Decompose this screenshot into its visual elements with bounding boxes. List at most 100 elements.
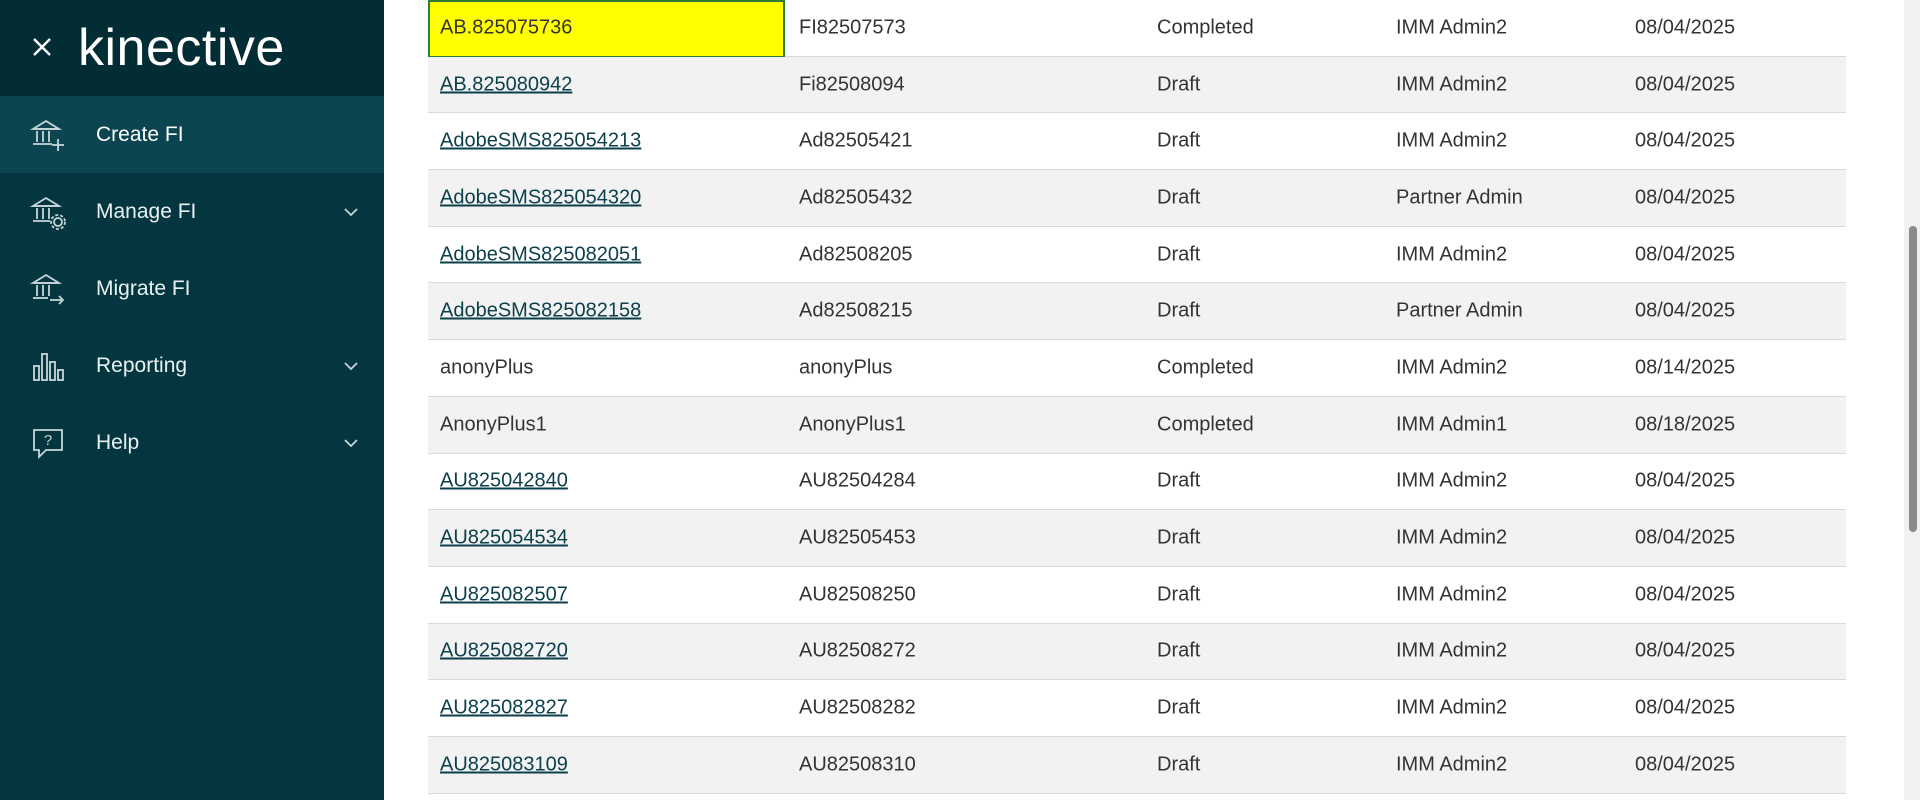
fi-name-cell: AnonyPlus1: [440, 413, 547, 436]
sidebar-item-create-fi[interactable]: Create FI: [0, 96, 384, 173]
user-cell: IMM Admin2: [1396, 526, 1508, 549]
fi-code-cell: anonyPlus: [799, 356, 893, 379]
sidebar: kinective Create FI Manage FI Migrate FI: [0, 0, 384, 800]
table-row[interactable]: AU825054534 AU82505453 Draft IMM Admin2 08/0…: [428, 510, 1846, 567]
fi-name-link[interactable]: AB.825080942: [440, 73, 572, 96]
table-row[interactable]: AU825083109 AU82508310 Draft IMM Admin2 08/0…: [428, 736, 1846, 794]
date-cell: 08/04/2025: [1635, 129, 1736, 152]
table-row[interactable]: AdobeSMS825082051 Ad82508205 Draft IMM Admi…: [428, 227, 1846, 284]
bank-gear-icon: [30, 196, 66, 230]
fi-code-cell: Ad82508215: [799, 299, 913, 322]
fi-code-cell: FI82507573: [799, 16, 906, 39]
user-cell: Partner Admin: [1396, 299, 1523, 322]
bar-chart-icon: [33, 352, 64, 381]
status-cell: Completed: [1157, 413, 1254, 436]
sidebar-header: kinective: [0, 0, 384, 96]
fi-name-link[interactable]: AU825082507: [440, 583, 568, 606]
table-row[interactable]: AU825082507 AU82508250 Draft IMM Admin2 08/0…: [428, 567, 1846, 624]
user-cell: IMM Admin2: [1396, 753, 1508, 776]
table-row[interactable]: AU825042840 AU82504284 Draft IMM Admin2 08/0…: [428, 454, 1846, 511]
status-cell: Draft: [1157, 186, 1201, 209]
sidebar-item-help[interactable]: ? Help: [0, 404, 384, 481]
fi-code-cell: AU82508310: [799, 753, 916, 776]
table-row[interactable]: AdobeSMS825054213 Ad82505421 Draft IMM Admi…: [428, 113, 1846, 171]
fi-code-cell: AU82508282: [799, 696, 916, 719]
table-row[interactable]: AB.825075736 FI82507573 Completed IMM Admin…: [428, 0, 1846, 58]
vertical-scrollbar[interactable]: [1904, 0, 1920, 800]
user-cell: IMM Admin2: [1396, 356, 1508, 379]
help-bubble-icon: ?: [33, 428, 63, 459]
table-row[interactable]: AU825082827 AU82508282 Draft IMM Admin2 08/0…: [428, 680, 1846, 737]
table-row[interactable]: anonyPlus anonyPlus Completed IMM Admin2 08/…: [428, 340, 1846, 397]
fi-name-link[interactable]: AdobeSMS825082158: [440, 300, 641, 323]
svg-text:?: ?: [44, 432, 52, 449]
fi-code-cell: AU82504284: [799, 469, 916, 492]
status-cell: Draft: [1157, 639, 1201, 662]
date-cell: 08/04/2025: [1635, 696, 1736, 719]
fi-name-link[interactable]: AdobeSMS825082051: [440, 243, 641, 266]
close-icon[interactable]: [28, 33, 56, 61]
sidebar-item-label: Create FI: [96, 122, 184, 146]
fi-code-cell: AU82505453: [799, 526, 916, 549]
sidebar-item-label: Reporting: [96, 353, 188, 377]
fi-name-cell[interactable]: AB.825075736: [440, 16, 572, 39]
fi-name-link[interactable]: AU825082827: [440, 697, 568, 720]
date-cell: 08/04/2025: [1635, 526, 1736, 549]
chevron-down-icon[interactable]: [342, 357, 360, 375]
sidebar-item-migrate-fi[interactable]: Migrate FI: [0, 250, 384, 327]
fi-name-link[interactable]: AdobeSMS825054320: [440, 186, 641, 209]
date-cell: 08/04/2025: [1635, 469, 1736, 492]
status-cell: Draft: [1157, 129, 1201, 152]
scrollbar-thumb[interactable]: [1909, 226, 1917, 532]
main-content: AB.825075736 FI82507573 Completed IMM Admin…: [384, 0, 1920, 800]
table-row[interactable]: AU825082720 AU82508272 Draft IMM Admin2 08/0…: [428, 623, 1846, 681]
user-cell: IMM Admin2: [1396, 243, 1508, 266]
table-row[interactable]: AnonyPlus1 AnonyPlus1 Completed IMM Admin1 0…: [428, 396, 1846, 454]
fi-name-link[interactable]: AU825083109: [440, 753, 568, 776]
user-cell: IMM Admin2: [1396, 583, 1508, 606]
sidebar-item-manage-fi[interactable]: Manage FI: [0, 173, 384, 250]
status-cell: Completed: [1157, 16, 1254, 39]
date-cell: 08/04/2025: [1635, 73, 1736, 96]
user-cell: IMM Admin2: [1396, 73, 1508, 96]
sidebar-item-label: Manage FI: [96, 199, 197, 223]
date-cell: 08/14/2025: [1635, 356, 1736, 379]
table-row[interactable]: AdobeSMS825082158 Ad82508215 Draft Partner …: [428, 283, 1846, 341]
chevron-down-icon[interactable]: [342, 203, 360, 221]
fi-table: AB.825075736 FI82507573 Completed IMM Admin…: [428, 0, 1846, 794]
fi-code-cell: Ad82505432: [799, 186, 913, 209]
table-row[interactable]: AdobeSMS825054320 Ad82505432 Draft Partner …: [428, 170, 1846, 227]
sidebar-item-label: Help: [96, 430, 140, 454]
bank-add-icon: [30, 119, 64, 151]
date-cell: 08/04/2025: [1635, 753, 1736, 776]
date-cell: 08/04/2025: [1635, 639, 1736, 662]
table-row[interactable]: AB.825080942 Fi82508094 Draft IMM Admin2 08/…: [428, 56, 1846, 114]
date-cell: 08/04/2025: [1635, 16, 1736, 39]
status-cell: Draft: [1157, 696, 1201, 719]
date-cell: 08/18/2025: [1635, 413, 1736, 436]
fi-code-cell: Ad82505421: [799, 129, 913, 152]
fi-name-link[interactable]: AU825042840: [440, 470, 568, 493]
fi-name-link[interactable]: AU825054534: [440, 527, 568, 550]
fi-code-cell: AnonyPlus1: [799, 413, 906, 436]
user-cell: IMM Admin2: [1396, 16, 1508, 39]
sidebar-item-reporting[interactable]: Reporting: [0, 327, 384, 404]
user-cell: IMM Admin2: [1396, 469, 1508, 492]
date-cell: 08/04/2025: [1635, 243, 1736, 266]
date-cell: 08/04/2025: [1635, 583, 1736, 606]
date-cell: 08/04/2025: [1635, 299, 1736, 322]
chevron-down-icon[interactable]: [342, 434, 360, 452]
fi-name-link[interactable]: AU825082720: [440, 640, 568, 663]
fi-code-cell: Fi82508094: [799, 73, 905, 96]
user-cell: IMM Admin2: [1396, 696, 1508, 719]
status-cell: Draft: [1157, 753, 1201, 776]
bank-arrow-icon: [30, 273, 65, 305]
status-cell: Draft: [1157, 243, 1201, 266]
sidebar-item-label: Migrate FI: [96, 276, 191, 300]
fi-name-link[interactable]: AdobeSMS825054213: [440, 130, 641, 153]
status-cell: Draft: [1157, 299, 1201, 322]
status-cell: Draft: [1157, 583, 1201, 606]
kinective-logo: kinective: [78, 19, 285, 77]
user-cell: IMM Admin2: [1396, 129, 1508, 152]
user-cell: IMM Admin2: [1396, 639, 1508, 662]
